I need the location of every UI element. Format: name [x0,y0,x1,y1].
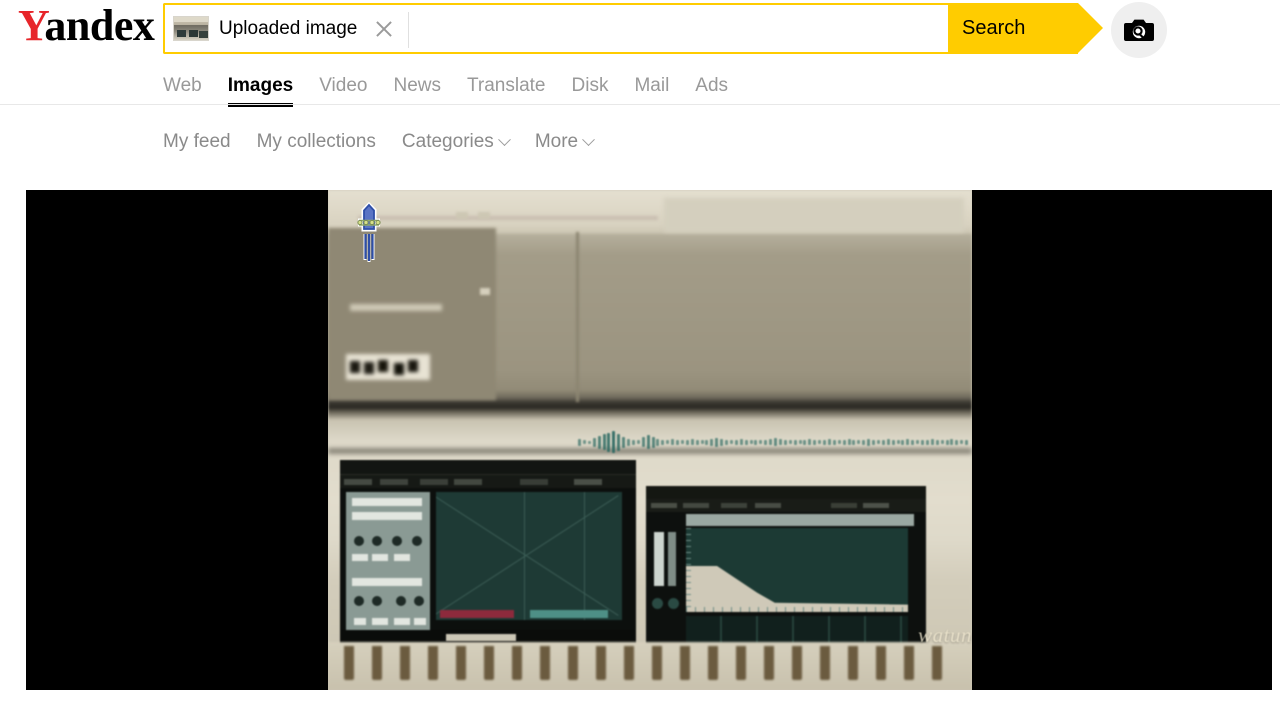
tab-ads[interactable]: Ads [695,74,728,98]
uploaded-image-label: Uploaded image [219,17,358,39]
photo-window-titlebar [340,460,636,474]
tab-video[interactable]: Video [319,74,367,98]
photo-window-red-bar [440,610,514,618]
photo-daw-window-left [340,460,636,644]
photo-eq-x-axis [686,607,908,612]
subnav-item-my-feed[interactable]: My feed [163,130,231,154]
photo-indicator-c [480,288,490,295]
subnav-item-more[interactable]: More [534,130,595,154]
tab-disk[interactable]: Disk [572,74,609,98]
photo-audio-waveform [578,430,972,454]
service-tabs: Web Images Video News Translate Disk Mai… [163,64,754,107]
search-button[interactable]: Search [948,3,1103,54]
photo-window-menubar [340,474,636,488]
photo-canvas-vline-2 [584,492,585,620]
page-header: Yandex Uploaded image Search Web Images … [0,0,1280,110]
yandex-logo[interactable]: Yandex [18,1,155,50]
photo-window-toolbar [686,514,914,526]
text-cursor-artifact [357,201,381,262]
chevron-down-icon [497,132,511,146]
photo-panel-seam [576,232,579,402]
photo-panel-highlight [664,198,964,232]
uploaded-image-preview[interactable]: watun [328,190,972,690]
tab-translate[interactable]: Translate [467,74,546,98]
photo-watermark: watun [918,623,972,647]
header-top-row: Yandex Uploaded image Search [0,0,1280,58]
photo-window-menubar [646,499,926,512]
logo-text: andex [44,1,155,50]
photo-eq-curve [686,566,908,612]
subnav-item-my-collections[interactable]: My collections [257,130,376,154]
photo-fader-1 [654,532,664,586]
search-button-arrow [1078,3,1103,53]
photo-indicator-a [456,212,468,219]
photo-knobs [652,598,682,612]
photo-window-sidebar [346,492,430,634]
image-viewer[interactable]: watun [26,190,1272,690]
search-input[interactable] [409,5,948,52]
header-divider [0,104,1280,105]
photo-window-titlebar [646,486,926,499]
subnav-label-categories: Categories [401,131,494,152]
tab-images[interactable]: Images [227,74,294,107]
photo-panel-keys [346,354,430,380]
subnav-label-my-collections: My collections [256,131,376,152]
photo-fader-2 [668,532,676,586]
photo-top-highlight [358,216,658,220]
search-field[interactable]: Uploaded image [163,3,948,54]
photo-panel-label [350,304,442,311]
photo-canvas-vline-1 [524,492,525,620]
tab-news[interactable]: News [393,74,441,98]
chevron-down-icon [582,132,595,146]
subnav-item-categories[interactable]: Categories [401,130,511,154]
search-bar: Uploaded image Search [163,3,1103,54]
search-button-label: Search [962,17,1026,39]
photo-window-canvas [436,492,622,620]
photo-daw-window-right [646,486,926,662]
photo-eq-graph [686,528,908,612]
subnav-label-more: More [534,131,579,152]
tab-web[interactable]: Web [163,74,202,98]
photo-window-teal-bar [530,610,608,618]
tab-mail[interactable]: Mail [634,74,669,98]
uploaded-image-thumbnail-icon [173,16,209,41]
subnav-label-my-feed: My feed [163,131,231,152]
logo-letter-y: Y [18,1,45,50]
camera-search-button[interactable] [1111,2,1167,58]
photo-eq-y-axis [686,528,691,612]
images-subnav: My feed My collections Categories More [163,128,619,156]
close-icon[interactable] [369,14,399,44]
camera-icon [1124,19,1154,41]
uploaded-image-chip: Uploaded image [173,5,410,52]
photo-keyboard [328,642,972,690]
photo-indicator-b [478,212,490,219]
